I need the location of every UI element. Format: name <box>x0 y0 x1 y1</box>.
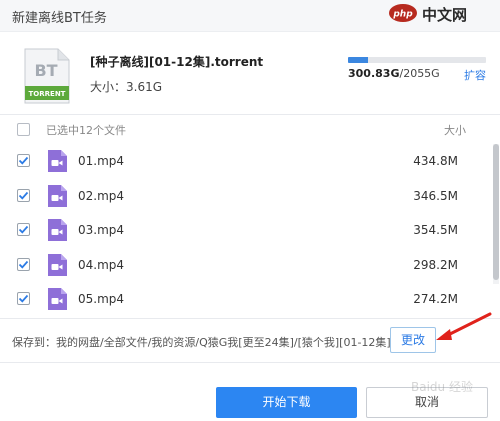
watermark-site-text: 中文网 <box>422 6 468 24</box>
file-checkbox[interactable] <box>17 188 30 202</box>
start-download-button[interactable]: 开始下载 <box>216 387 357 418</box>
torrent-size: 大小：3.61G <box>90 80 163 94</box>
file-checkbox[interactable] <box>17 223 30 236</box>
dialog-title: 新建离线BT任务 <box>12 11 107 26</box>
select-all-checkbox[interactable] <box>17 123 30 136</box>
file-name: 01.mp4 <box>78 154 125 168</box>
file-size: 354.5M <box>413 223 458 237</box>
file-row[interactable]: 05.mp4 274.2M <box>0 282 488 316</box>
file-checkbox[interactable] <box>17 292 30 305</box>
file-size: 298.2M <box>413 257 458 272</box>
file-row[interactable]: 02.mp4 346.5M <box>0 179 488 213</box>
video-file-icon <box>48 184 67 207</box>
storage-usage-bar <box>348 57 486 63</box>
check-icon <box>18 191 29 200</box>
title-bar: 新建离线BT任务 php 中文网 <box>0 0 500 32</box>
file-name: 03.mp4 <box>78 223 125 237</box>
svg-text:php: php <box>392 10 413 20</box>
save-path-row: 保存到：我的网盘/全部文件/我的资源/Q猿G我[更至24集]/[猿个我][01-… <box>0 318 500 362</box>
video-file-icon <box>48 219 67 241</box>
check-icon <box>18 260 29 269</box>
torrent-name: [种子离线][01-12集].torrent <box>90 55 264 69</box>
check-icon <box>18 294 29 303</box>
file-list-header: 已选中12个文件 大小 <box>0 114 500 144</box>
storage-usage-fill <box>348 57 369 63</box>
file-row[interactable]: 04.mp4 298.2M <box>0 248 488 282</box>
storage-usage-text: 300.83G/2055G <box>348 67 440 80</box>
php-logo: php <box>389 4 417 22</box>
file-name: 02.mp4 <box>78 188 125 203</box>
file-name: 04.mp4 <box>78 257 125 272</box>
video-file-icon <box>48 288 67 310</box>
svg-text:BT: BT <box>34 61 57 80</box>
video-file-icon <box>48 150 67 172</box>
file-checkbox[interactable] <box>17 257 30 271</box>
file-size: 434.8M <box>413 154 458 168</box>
storage-used: 300.83G <box>348 67 400 80</box>
file-list-scrollbar[interactable] <box>493 144 499 284</box>
file-name: 05.mp4 <box>78 292 125 306</box>
change-path-button[interactable]: 更改 <box>390 327 436 353</box>
check-icon <box>18 225 29 234</box>
file-size: 346.5M <box>413 188 458 203</box>
scrollbar-thumb[interactable] <box>493 144 499 280</box>
bottom-watermark: Baidu 经验 <box>411 379 473 394</box>
expand-storage-link[interactable]: 扩容 <box>464 67 486 83</box>
storage-total: /2055G <box>399 67 440 80</box>
svg-text:Baidu 经验: Baidu 经验 <box>411 379 473 394</box>
video-file-icon <box>48 253 67 276</box>
size-column-header: 大小 <box>444 124 466 137</box>
svg-text:TORRENT: TORRENT <box>29 90 66 98</box>
selected-count-text: 已选中12个文件 <box>46 124 126 137</box>
torrent-file-icon: BT TORRENT <box>24 48 70 104</box>
file-row[interactable]: 03.mp4 354.5M <box>0 213 488 247</box>
file-checkbox[interactable] <box>17 154 30 167</box>
red-arrow-annotation <box>436 312 492 340</box>
save-path-text: 保存到：我的网盘/全部文件/我的资源/Q猿G我[更至24集]/[猿个我][01-… <box>12 336 391 349</box>
file-row[interactable]: 01.mp4 434.8M <box>0 144 488 178</box>
file-size: 274.2M <box>413 292 458 306</box>
check-icon <box>18 156 29 165</box>
